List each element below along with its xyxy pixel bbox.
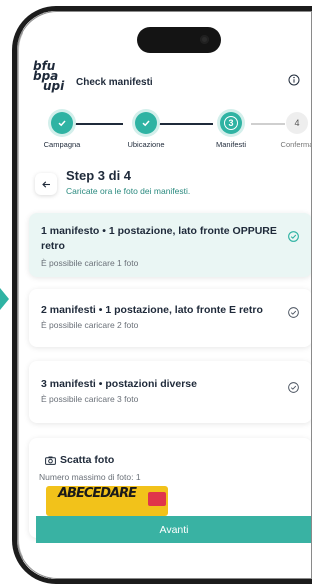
arrow-left-icon xyxy=(41,180,50,188)
step-label: Campagna xyxy=(43,140,81,149)
step-manifesti[interactable]: 3 Manifesti xyxy=(201,112,261,149)
check-circle-icon xyxy=(288,307,299,318)
back-button[interactable] xyxy=(35,173,57,195)
photo-thumbnail[interactable]: ABECEDARE xyxy=(46,486,168,516)
step-subtitle: Caricate ora le foto dei manifesti. xyxy=(66,186,191,196)
app-screen: bfu bpa upi Check manifesti Campagna Ubi… xyxy=(23,11,312,579)
step-title: Step 3 di 4 xyxy=(66,168,132,183)
camera-dot xyxy=(200,35,209,44)
check-icon xyxy=(135,112,157,134)
option-card-2-manifesti[interactable]: 2 manifesti • 1 postazione, lato fronte … xyxy=(29,289,312,347)
step-campagna[interactable]: Campagna xyxy=(32,112,92,149)
option-description: È possibile caricare 1 foto xyxy=(41,258,139,268)
next-button[interactable]: Avanti xyxy=(36,516,312,543)
bottom-area xyxy=(23,543,312,579)
option-title: 3 manifesti • postazioni diverse xyxy=(41,378,197,390)
check-circle-icon xyxy=(288,382,299,393)
info-icon[interactable] xyxy=(288,74,300,86)
progress-stepper: Campagna Ubicazione 3 Manifesti 4 Confer… xyxy=(23,112,312,152)
phone-frame: bfu bpa upi Check manifesti Campagna Ubi… xyxy=(12,6,312,584)
delete-badge-icon[interactable] xyxy=(148,492,166,506)
photo-title: Scatta foto xyxy=(60,454,115,466)
check-icon xyxy=(51,112,73,134)
option-description: È possibile caricare 3 foto xyxy=(41,394,139,404)
poster-text: ABECEDARE xyxy=(58,486,137,501)
step-label: Ubicazione xyxy=(127,140,165,149)
page-title: Check manifesti xyxy=(76,77,153,88)
option-title: 1 manifesto • 1 postazione, lato fronte … xyxy=(41,225,277,252)
check-circle-icon xyxy=(288,231,299,242)
bfu-logo: bfu bpa upi xyxy=(33,60,64,92)
option-card-1-manifesto[interactable]: 1 manifesto • 1 postazione, lato fronte … xyxy=(29,213,312,277)
step-number: 4 xyxy=(286,112,308,134)
step-conferma[interactable]: 4 Conferma xyxy=(267,112,312,149)
camera-icon xyxy=(45,456,56,465)
step-label: Conferma xyxy=(280,140,312,149)
option-description: È possibile caricare 2 foto xyxy=(41,320,139,330)
option-card-3-manifesti[interactable]: 3 manifesti • postazioni diverse È possi… xyxy=(29,361,312,423)
step-number: 3 xyxy=(220,112,242,134)
app-header: bfu bpa upi Check manifesti xyxy=(23,59,312,101)
side-pointer-arrow xyxy=(0,288,9,310)
option-title: 2 manifesti • 1 postazione, lato fronte … xyxy=(41,304,263,316)
step-number-text: 3 xyxy=(224,116,238,130)
photo-description: Numero massimo di foto: 1 xyxy=(39,472,141,482)
dynamic-island xyxy=(137,27,221,53)
step-ubicazione[interactable]: Ubicazione xyxy=(116,112,176,149)
step-label: Manifesti xyxy=(215,140,246,149)
